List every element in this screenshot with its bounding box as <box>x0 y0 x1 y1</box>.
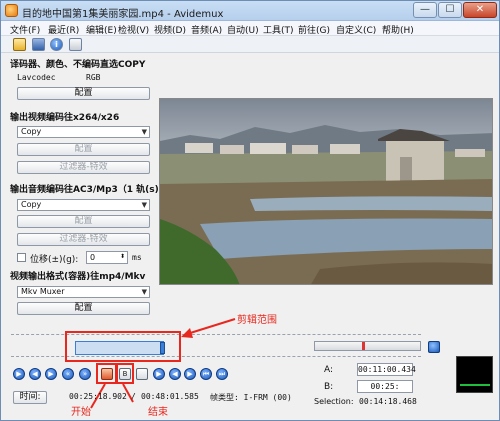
chevron-down-icon: ▼ <box>141 128 147 136</box>
marker-a-label: A: <box>324 365 334 375</box>
selection-label: Selection: <box>314 397 354 406</box>
selection-time: 00:14:18.468 <box>359 397 417 406</box>
last-frame-icon[interactable]: ⏭ <box>216 368 228 380</box>
marker-a-time: 00:11:00.434 <box>357 363 416 376</box>
video-filters-button[interactable]: 过滤器-特效 <box>17 161 150 174</box>
range-annotation-label: 剪辑范围 <box>237 315 277 326</box>
maximize-button[interactable]: ☐ <box>438 2 462 18</box>
info-icon[interactable]: i <box>50 38 63 51</box>
video-config-button[interactable]: 配置 <box>17 143 150 156</box>
goto-marker-a-icon[interactable] <box>136 368 148 380</box>
window-title: 目的地中国第1集美丽家园.mp4 - Avidemux <box>22 9 224 20</box>
chevron-down-icon: ▼ <box>141 201 147 209</box>
marker-b-label: B: <box>324 382 334 392</box>
menu-auto[interactable]: 自动(U) <box>227 23 259 36</box>
close-button[interactable]: ✕ <box>463 2 497 18</box>
end-marker-highlight <box>116 363 134 384</box>
shift-label: 位移(±)(g): <box>30 255 79 265</box>
audio-codec-value: Copy <box>21 200 42 209</box>
refresh-icon[interactable] <box>428 341 440 353</box>
goto-marker-b-icon[interactable]: ▶ <box>153 368 165 380</box>
range-highlight-box <box>65 331 181 362</box>
audio-config-button[interactable]: 配置 <box>17 215 150 228</box>
next-black-frame-icon[interactable]: ▶ <box>184 368 196 380</box>
menu-audio[interactable]: 音频(A) <box>191 23 222 36</box>
menu-file[interactable]: 文件(F) <box>10 23 40 36</box>
audio-output-heading: 输出音频编码往AC3/Mp3（1 轨(s)） <box>10 185 168 195</box>
menu-view[interactable]: 检视(V) <box>118 23 149 36</box>
save-icon[interactable] <box>32 38 45 51</box>
end-annotation-label: 结束 <box>148 407 168 418</box>
total-time: 00:48:01.585 <box>141 392 199 401</box>
decoder-name: Lavcodec <box>17 73 56 82</box>
current-time: 00:25:18.902 <box>69 392 127 401</box>
menu-recent[interactable]: 最近(R) <box>48 23 79 36</box>
container-config-button[interactable]: 配置 <box>17 302 150 315</box>
volume-level-marker <box>362 342 365 350</box>
waveform-line <box>460 384 490 386</box>
decoder-config-button[interactable]: 配置 <box>17 87 150 100</box>
range-arrow <box>181 318 236 338</box>
time-separator: / <box>131 392 136 401</box>
decoder-heading: 译码器、颜色、不编码直选COPY <box>10 60 146 70</box>
decoder-color: RGB <box>86 73 101 82</box>
avidemux-app-icon <box>5 4 18 17</box>
container-heading: 视频输出格式(容器)往mp4/Mkv <box>10 272 146 282</box>
shift-value: 0 <box>90 253 96 262</box>
chevron-down-icon: ▼ <box>141 288 147 296</box>
container-select[interactable]: Mkv Muxer ▼ <box>17 286 150 298</box>
play-icon[interactable]: ▶ <box>13 368 25 380</box>
first-frame-icon[interactable]: ⏮ <box>200 368 212 380</box>
rewind-icon[interactable]: ◀ <box>29 368 41 380</box>
spin-icon: ⬍ <box>119 253 125 260</box>
prev-black-frame-icon[interactable]: ◀ <box>169 368 181 380</box>
menu-goto[interactable]: 前往(G) <box>298 23 330 36</box>
menu-edit[interactable]: 编辑(E) <box>86 23 117 36</box>
open-file-icon[interactable] <box>13 38 26 51</box>
properties-icon[interactable] <box>69 38 82 51</box>
audio-codec-select[interactable]: Copy ▼ <box>17 199 150 211</box>
time-button[interactable]: 时间: <box>13 391 47 404</box>
start-annotation-label: 开始 <box>71 407 91 418</box>
menu-tools[interactable]: 工具(T) <box>263 23 294 36</box>
video-codec-value: Copy <box>21 127 42 136</box>
next-keyframe-icon[interactable]: » <box>79 368 91 380</box>
video-frame-image <box>160 99 492 284</box>
shift-value-input[interactable]: 0 ⬍ <box>86 251 128 264</box>
video-output-heading: 输出视频编码往x264/x26 <box>10 113 120 123</box>
prev-keyframe-icon[interactable]: « <box>62 368 74 380</box>
video-codec-select[interactable]: Copy ▼ <box>17 126 150 138</box>
frame-type: 帧类型: I-FRM (00) <box>210 393 292 402</box>
volume-meter <box>314 341 421 351</box>
shift-unit: ms <box>132 253 142 262</box>
title-bar: 目的地中国第1集美丽家园.mp4 - Avidemux — ☐ ✕ <box>1 1 499 21</box>
toolbar: i <box>1 36 499 53</box>
start-marker-highlight <box>96 363 117 384</box>
menu-custom[interactable]: 自定义(C) <box>336 23 376 36</box>
menu-bar: 文件(F) 最近(R) 编辑(E) 检视(V) 视频(D) 音频(A) 自动(U… <box>1 21 499 36</box>
shift-checkbox[interactable] <box>17 253 26 262</box>
marker-b-time: 00:25: <box>357 380 413 393</box>
menu-help[interactable]: 帮助(H) <box>382 23 414 36</box>
minimize-button[interactable]: — <box>413 2 437 18</box>
forward-icon[interactable]: ▶ <box>45 368 57 380</box>
audio-filters-button[interactable]: 过滤器-特效 <box>17 233 150 246</box>
avidemux-window: 目的地中国第1集美丽家园.mp4 - Avidemux — ☐ ✕ 文件(F) … <box>0 0 500 421</box>
audio-waveform-preview <box>456 356 493 393</box>
video-preview <box>159 98 493 285</box>
container-value: Mkv Muxer <box>21 287 65 296</box>
menu-video[interactable]: 视频(D) <box>154 23 186 36</box>
